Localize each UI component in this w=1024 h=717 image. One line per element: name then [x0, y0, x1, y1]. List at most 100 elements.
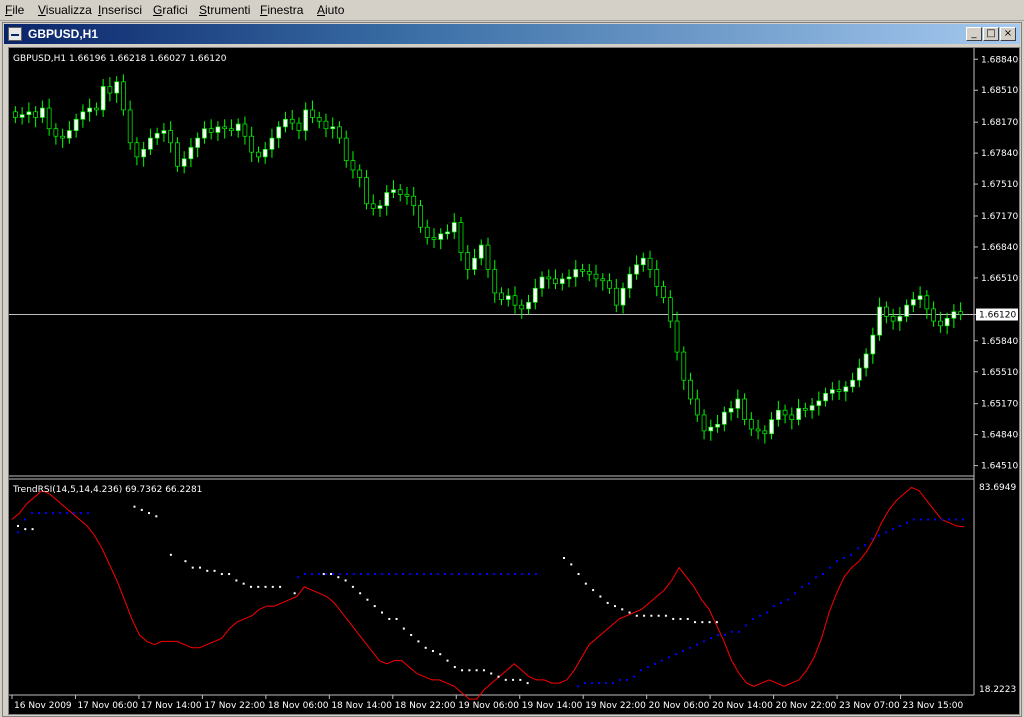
candle-body	[478, 244, 484, 259]
trend-dot-blue	[374, 573, 376, 576]
trend-dot-white	[381, 611, 383, 614]
trend-dot-blue	[31, 512, 33, 515]
trend-dot-white	[140, 508, 143, 511]
time-tick-label: 20 Nov 06:00	[649, 701, 710, 711]
menu-finestra[interactable]: Finestra	[260, 3, 303, 17]
price-tick-label: 1.64840	[981, 431, 1018, 441]
trend-dot-blue	[920, 518, 922, 521]
candle-body	[161, 130, 167, 134]
trend-dot-blue	[52, 512, 54, 515]
trend-dot-white	[220, 573, 223, 576]
candle-body	[748, 419, 754, 430]
trend-dot-blue	[626, 678, 628, 681]
candle-body	[600, 278, 606, 282]
window-titlebar[interactable]: GBPUSD,H1 _ □ ×	[4, 24, 1020, 44]
time-tick-label: 20 Nov 14:00	[712, 701, 773, 711]
trend-dot-white	[228, 573, 231, 576]
candle-body	[884, 306, 889, 317]
trend-dot-blue	[388, 573, 390, 576]
candle-body	[674, 320, 680, 353]
candle-body	[458, 222, 464, 253]
candle-body	[445, 231, 450, 235]
trend-dot-blue	[675, 653, 677, 656]
candle-body	[94, 107, 99, 111]
trend-dot-white	[577, 573, 580, 576]
minimize-button[interactable]: _	[966, 27, 982, 41]
candle-body	[465, 252, 471, 270]
candle-body	[620, 287, 626, 306]
menu-aiuto[interactable]: Aiuto	[317, 3, 344, 17]
trend-dot-blue	[80, 512, 82, 515]
trend-dot-white	[257, 585, 260, 588]
trend-dot-white	[330, 573, 333, 576]
trend-dot-blue	[829, 566, 831, 569]
candle-body	[33, 111, 38, 118]
candle-body	[573, 269, 579, 278]
candle-body	[431, 237, 437, 240]
trend-dot-white	[264, 585, 267, 588]
trend-dot-blue	[325, 573, 327, 576]
trend-dot-white	[446, 659, 449, 662]
trend-dot-blue	[612, 682, 614, 685]
trend-dot-blue	[689, 646, 691, 649]
trend-dot-white	[24, 528, 27, 531]
trend-dot-blue	[66, 512, 68, 515]
trend-dot-blue	[948, 518, 950, 521]
trend-dot-blue	[682, 650, 684, 653]
trend-dot-blue	[640, 669, 642, 672]
maximize-button[interactable]: □	[983, 27, 999, 41]
trend-dot-blue	[934, 518, 936, 521]
candle-body	[613, 287, 619, 306]
time-tick-label: 17 Nov 06:00	[77, 701, 138, 711]
trend-dot-blue	[486, 573, 488, 576]
trend-dot-white	[337, 576, 340, 579]
trend-dot-blue	[584, 682, 586, 685]
trend-dot-blue	[731, 630, 733, 633]
trend-dot-blue	[339, 573, 341, 576]
menu-inserisci[interactable]: Inserisci	[98, 3, 142, 17]
trend-dot-white	[490, 672, 493, 675]
trend-dot-blue	[696, 643, 698, 646]
trend-dot-white	[468, 669, 471, 672]
trend-dot-blue	[535, 573, 537, 576]
candle-body	[492, 269, 498, 294]
trend-dot-white	[148, 512, 151, 515]
trend-dot-blue	[493, 573, 495, 576]
candle-body	[863, 353, 869, 369]
trend-dot-blue	[633, 675, 635, 678]
candle-body	[141, 149, 147, 158]
trend-dot-blue	[24, 518, 26, 521]
trend-dot-blue	[836, 560, 838, 563]
trend-dot-white	[249, 585, 252, 588]
trend-dot-blue	[311, 573, 313, 576]
candle-body	[26, 111, 32, 115]
price-tick-label: 1.68840	[981, 55, 1018, 65]
trend-dot-blue	[318, 573, 320, 576]
trend-dot-blue	[465, 573, 467, 576]
window-title: GBPUSD,H1	[28, 27, 99, 41]
candle-body	[73, 118, 79, 131]
menu-strumenti[interactable]: Strumenti	[199, 3, 250, 17]
candle-body	[829, 389, 835, 394]
price-tick-label: 1.68170	[981, 118, 1018, 128]
trend-dot-white	[293, 592, 296, 595]
candle-body	[107, 86, 113, 94]
trend-dot-white	[410, 633, 413, 636]
trend-dot-white	[715, 621, 718, 624]
menu-grafici[interactable]: Grafici	[153, 3, 188, 17]
trend-dot-blue	[941, 518, 943, 521]
candle-body	[647, 257, 653, 270]
candle-body	[580, 269, 585, 272]
menu-file[interactable]: File	[5, 3, 24, 17]
trend-dot-white	[694, 621, 697, 624]
trend-dot-white	[453, 666, 456, 669]
trend-dot-blue	[759, 614, 761, 617]
trend-dot-blue	[605, 682, 607, 685]
time-tick-label: 23 Nov 15:00	[903, 701, 964, 711]
chart-svg[interactable]: 1.68840 1.68510 1.68170 1.67840 1.67510 1.671…	[9, 48, 1019, 714]
close-button[interactable]: ×	[1000, 27, 1016, 41]
candle-body	[499, 292, 504, 300]
chart-canvas[interactable]: 1.68840 1.68510 1.68170 1.67840 1.67510 1.671…	[8, 47, 1020, 715]
candle-body	[397, 189, 403, 195]
menu-visualizza[interactable]: Visualizza	[38, 3, 92, 17]
